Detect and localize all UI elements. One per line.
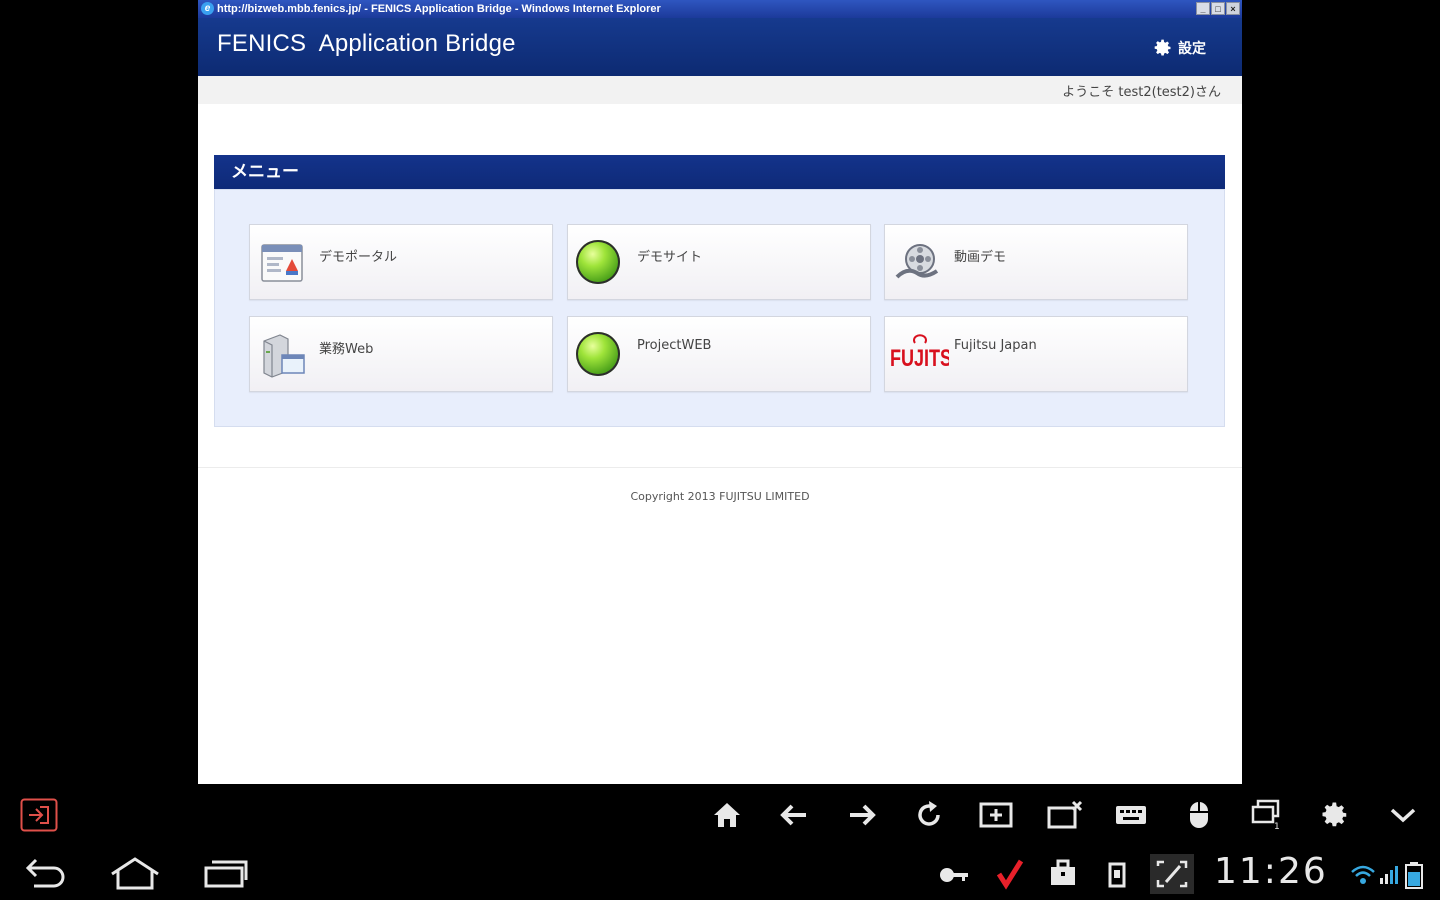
add-window-icon[interactable]	[978, 800, 1014, 834]
chevron-down-icon[interactable]	[1388, 802, 1418, 832]
settings-button[interactable]: 設定	[1153, 38, 1206, 58]
menu-item-label: デモポータル	[319, 250, 398, 265]
screenshot-icon[interactable]	[1150, 854, 1194, 894]
menu-item-demo-site[interactable]: デモサイト	[567, 224, 871, 300]
svg-text:1: 1	[1274, 822, 1280, 830]
menu-item-label: デモサイト	[637, 250, 703, 265]
briefcase-icon	[1048, 858, 1078, 892]
windows-icon[interactable]: 1	[1250, 798, 1282, 834]
mouse-icon[interactable]	[1186, 800, 1212, 834]
window-title: http://bizweb.mbb.fenics.jp/ - FENICS Ap…	[217, 3, 661, 15]
back-arrow-icon[interactable]	[778, 800, 810, 834]
film-reel-icon	[895, 244, 939, 279]
exit-icon[interactable]	[20, 798, 58, 836]
menu-item-projectweb[interactable]: ProjectWEB	[567, 316, 871, 392]
maximize-button[interactable]: □	[1211, 2, 1225, 15]
menu-title: メニュー	[231, 162, 299, 182]
menu-item-label: 動画デモ	[954, 250, 1007, 265]
menu-item-label: Fujitsu Japan	[954, 338, 1037, 353]
green-circle-icon	[576, 332, 620, 376]
key-icon	[938, 862, 970, 892]
window-titlebar[interactable]: e http://bizweb.mbb.fenics.jp/ - FENICS …	[198, 0, 1242, 18]
menu-item-video-demo[interactable]: 動画デモ	[884, 224, 1188, 300]
gear-icon	[1154, 39, 1171, 56]
server-monitor-icon	[263, 334, 305, 378]
home-icon[interactable]	[108, 856, 162, 896]
back-icon[interactable]	[22, 856, 68, 896]
green-circle-icon	[576, 240, 620, 284]
close-window-icon[interactable]	[1046, 800, 1084, 834]
reload-icon[interactable]	[914, 800, 944, 834]
close-button[interactable]: ×	[1226, 2, 1240, 15]
check-icon	[996, 858, 1024, 894]
gear-icon[interactable]	[1320, 800, 1350, 834]
menu-item-fujitsu-japan[interactable]: FUJITSU Fujitsu Japan	[884, 316, 1188, 392]
menu-panel: デモポータル デモサイト 動画デモ 業務Web ProjectWEB FUJIT…	[214, 189, 1225, 427]
app-header: FENICS Application Bridge 設定	[198, 18, 1242, 76]
menu-item-demo-portal[interactable]: デモポータル	[249, 224, 553, 300]
minimize-button[interactable]: _	[1196, 2, 1210, 15]
sd-card-icon	[1106, 858, 1128, 894]
ie-icon: e	[201, 2, 214, 15]
recent-apps-icon[interactable]	[202, 858, 250, 894]
home-icon[interactable]	[712, 800, 742, 834]
menu-item-label: 業務Web	[319, 342, 374, 357]
clock: 11:26	[1214, 851, 1328, 892]
fujitsu-logo: FUJITSU	[890, 334, 949, 372]
menu-item-business-web[interactable]: 業務Web	[249, 316, 553, 392]
menu-header: メニュー	[214, 155, 1225, 189]
browser-window: e http://bizweb.mbb.fenics.jp/ - FENICS …	[198, 0, 1242, 784]
keyboard-icon[interactable]	[1114, 800, 1148, 834]
signal-icon	[1378, 864, 1400, 890]
copyright-text: Copyright 2013 FUJITSU LIMITED	[630, 490, 810, 503]
forward-arrow-icon[interactable]	[846, 800, 878, 834]
wifi-icon	[1350, 864, 1376, 890]
svg-text:FUJITSU: FUJITSU	[890, 346, 949, 372]
welcome-text: ようこそ test2(test2)さん	[1062, 85, 1221, 100]
settings-label: 設定	[1178, 41, 1206, 57]
battery-icon	[1404, 860, 1424, 894]
welcome-bar: ようこそ test2(test2)さん	[198, 76, 1242, 104]
portal-window-icon	[261, 244, 303, 282]
app-title: FENICS Application Bridge	[217, 30, 516, 57]
divider	[198, 467, 1242, 468]
menu-item-label: ProjectWEB	[637, 338, 712, 353]
